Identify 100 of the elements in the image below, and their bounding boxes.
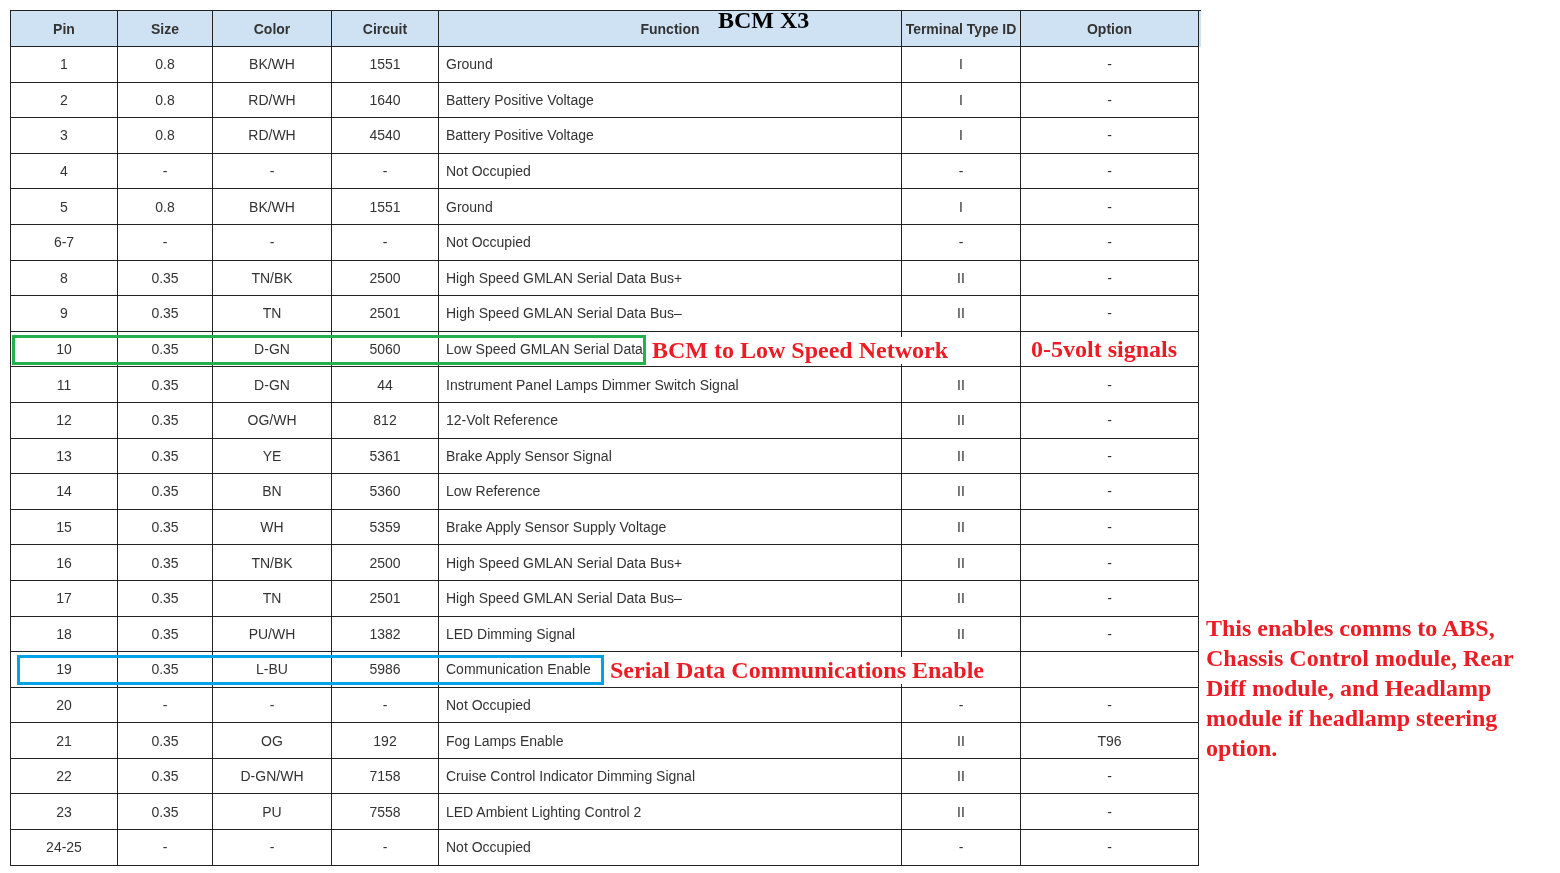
table-cell: 0.35: [118, 367, 213, 403]
table-cell: 5: [11, 189, 118, 225]
column-header: Option: [1021, 11, 1199, 47]
table-cell: 6-7: [11, 224, 118, 261]
table-cell: 0.35: [118, 402, 213, 439]
table-cell: 2501: [332, 296, 439, 332]
table-cell: High Speed GMLAN Serial Data Bus–: [439, 296, 902, 332]
table-cell: TN: [213, 296, 332, 332]
table-cell: 0.35: [118, 438, 213, 475]
table-cell: -: [118, 153, 213, 190]
table-cell: II: [902, 509, 1021, 546]
table-cell: BK/WH: [213, 189, 332, 225]
table-cell: Battery Positive Voltage: [439, 82, 902, 119]
table-cell: Brake Apply Sensor Signal: [439, 438, 902, 475]
table-cell: -: [902, 224, 1021, 261]
table-cell: -: [332, 687, 439, 724]
table-cell: -: [1021, 616, 1199, 653]
table-cell: -: [1021, 545, 1199, 581]
table-cell: OG/WH: [213, 402, 332, 439]
table-cell: 24-25: [11, 830, 118, 866]
table-cell: 1382: [332, 616, 439, 653]
table-cell: 5359: [332, 509, 439, 546]
table-cell: 8: [11, 260, 118, 297]
table-cell: L-BU: [213, 652, 332, 688]
table-cell: 44: [332, 367, 439, 403]
table-cell: 17: [11, 580, 118, 617]
table-cell: Battery Positive Voltage: [439, 118, 902, 154]
table-cell: Brake Apply Sensor Supply Voltage: [439, 509, 902, 546]
table-cell: 0.35: [118, 723, 213, 759]
table-cell: -: [902, 830, 1021, 866]
table-cell: YE: [213, 438, 332, 475]
table-cell: -: [902, 153, 1021, 190]
table-cell: 0.35: [118, 580, 213, 617]
table-cell: 1551: [332, 47, 439, 83]
table-cell: 10: [11, 331, 118, 368]
table-cell: High Speed GMLAN Serial Data Bus+: [439, 545, 902, 581]
table-cell: 20: [11, 687, 118, 724]
table-cell: 9: [11, 296, 118, 332]
table-cell: II: [902, 758, 1021, 795]
table-cell: -: [118, 687, 213, 724]
table-cell: -: [1021, 580, 1199, 617]
table-cell: BN: [213, 474, 332, 510]
table-cell: WH: [213, 509, 332, 546]
table-cell: II: [902, 402, 1021, 439]
table-cell: 13: [11, 438, 118, 475]
table-cell: -: [1021, 260, 1199, 297]
table-cell: 0.35: [118, 331, 213, 368]
annotation-text: Serial Data Communications Enable: [610, 656, 984, 684]
table-cell: II: [902, 367, 1021, 403]
table-cell: -: [118, 830, 213, 866]
table-cell: -: [1021, 367, 1199, 403]
table-cell: II: [902, 296, 1021, 332]
table-cell: -: [1021, 224, 1199, 261]
table-cell: 22: [11, 758, 118, 795]
table-cell: 4540: [332, 118, 439, 154]
table-cell: II: [902, 260, 1021, 297]
table-cell: 0.35: [118, 545, 213, 581]
table-cell: Cruise Control Indicator Dimming Signal: [439, 758, 902, 795]
table-cell: High Speed GMLAN Serial Data Bus+: [439, 260, 902, 297]
table-cell: LED Ambient Lighting Control 2: [439, 794, 902, 831]
table-cell: I: [902, 118, 1021, 154]
table-cell: -: [1021, 153, 1199, 190]
table-cell: -: [1021, 47, 1199, 83]
column-header: Circuit: [332, 11, 439, 47]
table-cell: II: [902, 474, 1021, 510]
table-cell: -: [118, 224, 213, 261]
table-title: BCM X3: [718, 7, 810, 34]
table-cell: RD/WH: [213, 82, 332, 119]
table-cell: -: [1021, 118, 1199, 154]
table-cell: LED Dimming Signal: [439, 616, 902, 653]
table-cell: Not Occupied: [439, 687, 902, 724]
table-cell: 0.8: [118, 82, 213, 119]
table-cell: 2500: [332, 260, 439, 297]
table-cell: -: [1021, 509, 1199, 546]
table-cell: 11: [11, 367, 118, 403]
column-header: Size: [118, 11, 213, 47]
annotation-text: This enables comms to ABS, Chassis Control module, Rear Diff module, and Headlamp module if headlamp steering option.: [1206, 614, 1515, 763]
table-cell: 5361: [332, 438, 439, 475]
table-cell: D-GN/WH: [213, 758, 332, 795]
table-cell: 5360: [332, 474, 439, 510]
table-cell: 0.8: [118, 189, 213, 225]
table-cell: 16: [11, 545, 118, 581]
table-cell: II: [902, 723, 1021, 759]
table-cell: -: [1021, 189, 1199, 225]
column-header: Terminal Type ID: [902, 11, 1021, 47]
column-header: Pin: [11, 11, 118, 47]
table-cell: 0.35: [118, 296, 213, 332]
table-cell: I: [902, 82, 1021, 119]
table-cell: 3: [11, 118, 118, 154]
table-cell: D-GN: [213, 367, 332, 403]
table-cell: TN/BK: [213, 260, 332, 297]
table-cell: 15: [11, 509, 118, 546]
table-cell: 19: [11, 652, 118, 688]
table-cell: 18: [11, 616, 118, 653]
table-cell: 0.35: [118, 616, 213, 653]
table-cell: -: [1021, 474, 1199, 510]
table-cell: RD/WH: [213, 118, 332, 154]
table-cell: 2500: [332, 545, 439, 581]
table-cell: 2501: [332, 580, 439, 617]
table-cell: 21: [11, 723, 118, 759]
